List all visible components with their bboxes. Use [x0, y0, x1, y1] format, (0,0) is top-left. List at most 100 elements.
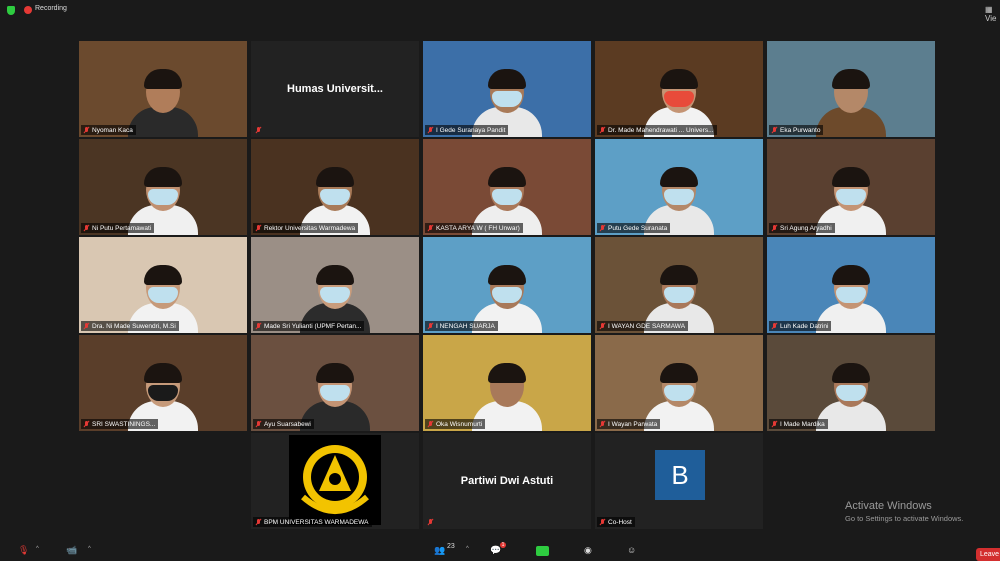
participant-nameplate: Rektor Universitas Warmadewa — [253, 223, 359, 233]
participant-nameplate: I WAYAN GDE SARMAWA — [597, 321, 689, 331]
participant-tile[interactable]: Ayu Suarsabewi — [251, 335, 419, 431]
participant-name: I WAYAN GDE SARMAWA — [608, 322, 686, 330]
participant-tile[interactable]: SRI SWASTININGS... — [79, 335, 247, 431]
participant-nameplate: Dra. Ni Made Suwendri, M.Si — [81, 321, 179, 331]
video-options-caret-icon[interactable]: ^ — [88, 546, 91, 552]
muted-mic-icon — [428, 323, 433, 329]
participant-tile[interactable]: Nyoman Kaca — [79, 41, 247, 137]
participant-nameplate: Putu Gede Suranata — [597, 223, 671, 233]
participant-tile[interactable]: I Wayan Parwata — [595, 335, 763, 431]
participant-name: I Made Mardika — [780, 420, 825, 428]
chat-unread-badge: 1 — [500, 542, 506, 548]
participant-tile[interactable]: Dr. Made Mahendrawati ... Univers... — [595, 41, 763, 137]
muted-mic-icon — [600, 225, 605, 231]
participant-tile[interactable]: Ni Putu Pertamawati — [79, 139, 247, 235]
participant-silhouette — [816, 69, 886, 137]
participant-nameplate: Oka Wisnumurti — [425, 419, 486, 429]
participant-tile[interactable]: BPM UNIVERSITAS WARMADEWA — [251, 433, 419, 529]
participant-name: Putu Gede Suranata — [608, 224, 668, 232]
participant-name: I Gede Suranaya Pandit — [436, 126, 506, 134]
recording-dot-icon — [24, 6, 32, 14]
muted-mic-icon — [600, 323, 605, 329]
participant-nameplate: I Gede Suranaya Pandit — [425, 125, 509, 135]
participant-tile[interactable]: Rektor Universitas Warmadewa — [251, 139, 419, 235]
muted-mic-icon — [84, 421, 89, 427]
participant-tile[interactable]: Oka Wisnumurti — [423, 335, 591, 431]
participant-name: SRI SWASTININGS... — [92, 420, 156, 428]
participants-icon[interactable]: 👥 — [434, 545, 445, 556]
participant-tile[interactable]: Eka Purwanto — [767, 41, 935, 137]
participant-display-name: Humas Universit... — [287, 83, 383, 95]
view-label: Vie — [985, 14, 997, 23]
participants-caret-icon[interactable]: ^ — [466, 546, 469, 552]
participant-nameplate: Nyoman Kaca — [81, 125, 136, 135]
muted-mic-icon — [428, 127, 433, 133]
video-off-icon[interactable]: 📹 — [66, 545, 77, 556]
muted-mic-icon — [772, 225, 777, 231]
leave-button[interactable]: Leave — [976, 548, 1000, 561]
participant-tile[interactable]: I WAYAN GDE SARMAWA — [595, 237, 763, 333]
participant-tile[interactable]: I Made Mardika — [767, 335, 935, 431]
participant-tile[interactable]: Luh Kade Datrini — [767, 237, 935, 333]
participant-tile[interactable]: KASTA ARYA W ( FH Unwar) — [423, 139, 591, 235]
participant-nameplate: SRI SWASTININGS... — [81, 419, 159, 429]
participant-display-name: Partiwi Dwi Astuti — [460, 475, 554, 487]
meeting-controls-bar: 🎙 ^ 📹 ^ 👥 23 ^ 💬 1 ◉ ☺ Leave — [0, 538, 1000, 561]
view-menu-button[interactable]: ▦ Vie — [985, 5, 1000, 23]
reactions-icon[interactable]: ☺ — [627, 545, 636, 555]
mute-mic-icon[interactable]: 🎙 — [18, 545, 29, 556]
meeting-top-bar: Recording ▦ Vie — [0, 0, 1000, 23]
participant-name: Oka Wisnumurti — [436, 420, 483, 428]
participant-nameplate: Sri Agung Aryadhi — [769, 223, 835, 233]
participant-name: BPM UNIVERSITAS WARMADEWA — [264, 518, 369, 526]
share-screen-icon[interactable] — [536, 546, 549, 556]
participant-tile[interactable]: B Co-Host — [595, 433, 763, 529]
participant-nameplate: Eka Purwanto — [769, 125, 824, 135]
participant-name: Dr. Made Mahendrawati ... Univers... — [608, 126, 714, 134]
participant-name: I NENGAH SUARJA — [436, 322, 495, 330]
muted-mic-icon — [256, 225, 261, 231]
record-icon[interactable]: ◉ — [584, 545, 592, 556]
muted-mic-icon — [428, 421, 433, 427]
participant-name: KASTA ARYA W ( FH Unwar) — [436, 224, 520, 232]
participant-tile[interactable]: Dra. Ni Made Suwendri, M.Si — [79, 237, 247, 333]
participant-name: Dra. Ni Made Suwendri, M.Si — [92, 322, 176, 330]
activate-windows-title: Activate Windows — [845, 500, 932, 512]
muted-mic-icon — [256, 323, 261, 329]
participant-tile[interactable]: Partiwi Dwi Astuti — [423, 433, 591, 529]
participant-tile[interactable]: Putu Gede Suranata — [595, 139, 763, 235]
participant-tile[interactable]: Sri Agung Aryadhi — [767, 139, 935, 235]
muted-mic-icon — [256, 421, 261, 427]
participant-tile[interactable]: I NENGAH SUARJA — [423, 237, 591, 333]
participant-tile[interactable]: Humas Universit... — [251, 41, 419, 137]
participant-nameplate: Dr. Made Mahendrawati ... Univers... — [597, 125, 717, 135]
participant-name: Nyoman Kaca — [92, 126, 133, 134]
participant-name: Eka Purwanto — [780, 126, 821, 134]
participant-nameplate: Luh Kade Datrini — [769, 321, 832, 331]
muted-mic-icon — [84, 323, 89, 329]
muted-mic-icon — [600, 519, 605, 525]
muted-mic-icon — [600, 421, 605, 427]
participant-name: Co-Host — [608, 518, 632, 526]
participant-nameplate: BPM UNIVERSITAS WARMADEWA — [253, 517, 372, 527]
participant-tile[interactable]: I Gede Suranaya Pandit — [423, 41, 591, 137]
participant-name: Sri Agung Aryadhi — [780, 224, 832, 232]
participants-count: 23 — [447, 543, 455, 550]
organization-logo — [289, 435, 381, 525]
participant-nameplate: I NENGAH SUARJA — [425, 321, 498, 331]
participant-nameplate: Made Sri Yulianti (UPMF Pertan... — [253, 321, 365, 331]
muted-mic-icon — [84, 127, 89, 133]
participant-tile[interactable]: Made Sri Yulianti (UPMF Pertan... — [251, 237, 419, 333]
audio-options-caret-icon[interactable]: ^ — [36, 546, 39, 552]
participant-nameplate: Ayu Suarsabewi — [253, 419, 314, 429]
muted-mic-icon — [772, 323, 777, 329]
participant-name: Rektor Universitas Warmadewa — [264, 224, 356, 232]
activate-windows-subtitle: Go to Settings to activate Windows. — [845, 514, 964, 523]
participant-nameplate: I Wayan Parwata — [597, 419, 661, 429]
muted-mic-icon — [256, 519, 261, 525]
bpm-emblem-icon — [301, 445, 369, 514]
encryption-shield-icon[interactable] — [7, 6, 15, 15]
avatar: B — [655, 450, 705, 500]
participant-nameplate: KASTA ARYA W ( FH Unwar) — [425, 223, 523, 233]
muted-mic-icon — [428, 225, 433, 231]
